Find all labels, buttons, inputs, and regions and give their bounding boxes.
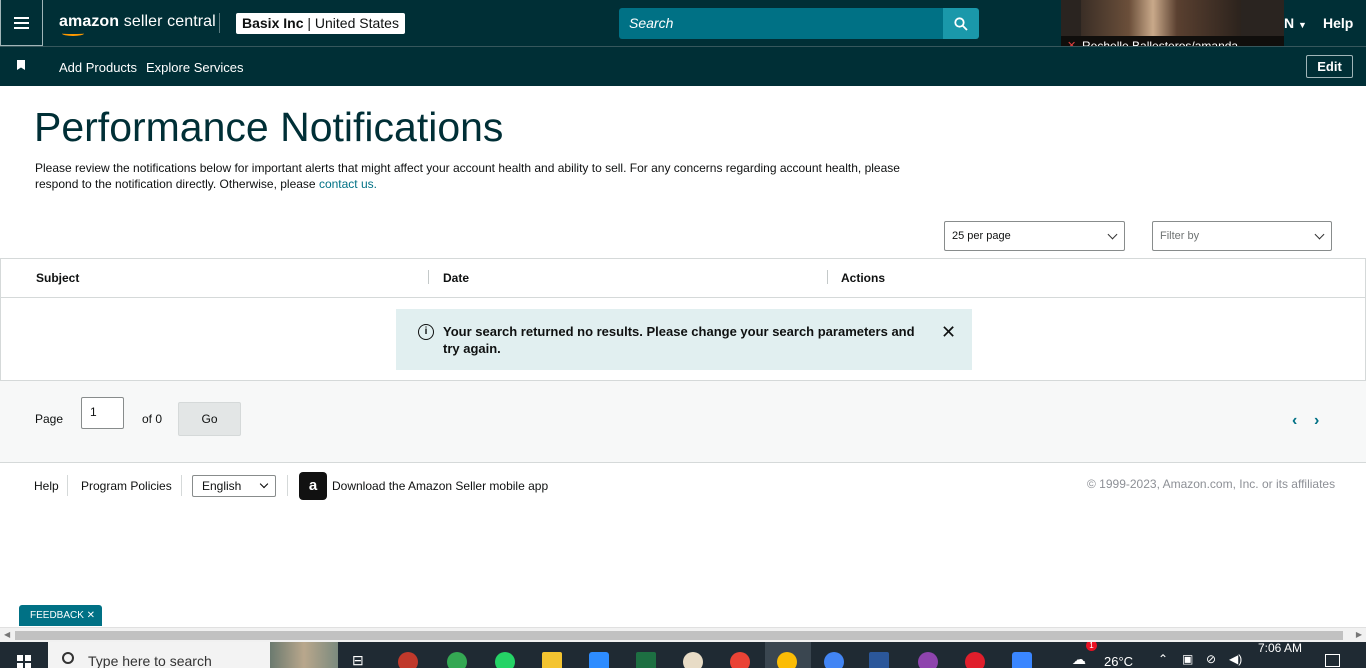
opera-icon[interactable] [965, 652, 985, 668]
copyright: © 1999-2023, Amazon.com, Inc. or its aff… [1087, 477, 1336, 491]
column-date[interactable]: Date [443, 271, 469, 285]
folder-icon[interactable] [542, 652, 562, 668]
feedback-button[interactable]: FEEDBACK ✕ [19, 605, 102, 626]
windows-start-icon[interactable] [17, 655, 31, 668]
taskbar: Type here to search ⊟ ☁ 1 26°C ⌃ ▣ ⊘ ◀) … [0, 642, 1366, 668]
account-name: Basix Inc [242, 15, 304, 31]
logo[interactable]: amazon seller central [59, 13, 216, 31]
notification-badge: 1 [1086, 642, 1097, 651]
page-total: of 0 [142, 412, 163, 426]
page-title: Performance Notifications [34, 104, 504, 150]
edit-button[interactable]: Edit [1306, 55, 1353, 78]
footer-language-select[interactable]: English [192, 475, 276, 497]
logo-smile-icon [62, 31, 84, 36]
column-divider [428, 270, 429, 284]
whatsapp-icon[interactable] [495, 652, 515, 668]
account-region: United States [314, 15, 399, 31]
zoom-icon[interactable] [589, 652, 609, 668]
scrollbar-thumb[interactable] [15, 631, 1343, 640]
close-icon[interactable]: ✕ [941, 323, 956, 341]
bookmark-icon[interactable] [17, 60, 25, 70]
account-separator: | [303, 15, 315, 31]
chevron-right-icon[interactable]: › [1314, 412, 1319, 430]
filter-placeholder: Filter by [1160, 230, 1200, 242]
description-text: Please review the notifications below fo… [35, 161, 900, 191]
contact-us-link[interactable]: contact us. [319, 177, 377, 191]
footer-language-value: English [202, 479, 242, 493]
pagination: Page 1 of 0 Go ‹ › [0, 381, 1366, 463]
task-view-icon[interactable]: ⊟ [352, 652, 364, 668]
page-label: Page [35, 412, 64, 426]
logo-sub: seller central [123, 13, 216, 30]
chevron-down-icon [1107, 229, 1118, 240]
horizontal-scrollbar[interactable]: ◀ ▶ [0, 627, 1366, 642]
column-subject[interactable]: Subject [36, 271, 79, 285]
divider [219, 13, 220, 33]
notification-center-icon[interactable] [1325, 654, 1340, 667]
divider [67, 475, 68, 496]
chevron-up-icon[interactable]: ⌃ [1158, 652, 1168, 666]
scroll-left-icon[interactable]: ◀ [4, 630, 10, 639]
video-feed [1081, 0, 1241, 36]
scroll-right-icon[interactable]: ▶ [1356, 630, 1362, 639]
search-placeholder: Search [629, 15, 674, 31]
excel-icon[interactable] [636, 652, 656, 668]
sub-navigation: Add Products Explore Services Edit [0, 46, 1366, 86]
paint-icon[interactable] [683, 652, 703, 668]
taskbar-search-text: Type here to search [88, 653, 212, 668]
search-highlight-image [270, 642, 338, 668]
table-header: Subject Date Actions [1, 259, 1365, 298]
search-icon [62, 652, 74, 664]
chevron-down-icon: ▼ [1298, 20, 1307, 30]
chrome-icon[interactable] [730, 652, 750, 668]
network-icon[interactable]: ⊘ [1206, 652, 1216, 666]
clock-time[interactable]: 7:06 AM [1258, 642, 1302, 655]
filter-select[interactable]: Filter by [1152, 221, 1332, 251]
volume-icon[interactable]: ◀) [1229, 652, 1242, 666]
logo-main: amazon [59, 13, 120, 30]
search-icon [954, 16, 968, 31]
divider [287, 475, 288, 496]
footer-policies-link[interactable]: Program Policies [81, 479, 172, 493]
info-icon: i [418, 324, 434, 340]
search-button[interactable] [943, 8, 979, 39]
footer-help-link[interactable]: Help [34, 479, 59, 493]
nav-add-products[interactable]: Add Products [59, 60, 137, 75]
chevron-down-icon [259, 479, 269, 489]
temperature[interactable]: 26°C [1104, 654, 1133, 668]
app-icon[interactable] [398, 652, 418, 668]
page-number-input[interactable]: 1 [81, 397, 124, 429]
nav-explore-services[interactable]: Explore Services [146, 60, 244, 75]
menu-button[interactable] [0, 0, 43, 46]
divider [181, 475, 182, 496]
chevron-down-icon [1314, 229, 1325, 240]
no-results-alert: i Your search returned no results. Pleas… [396, 309, 972, 370]
chrome-icon[interactable] [447, 652, 467, 668]
per-page-select[interactable]: 25 per page [944, 221, 1125, 251]
download-app-link[interactable]: Download the Amazon Seller mobile app [332, 479, 548, 493]
app-icon[interactable] [918, 652, 938, 668]
language-menu[interactable]: N ▼ [1284, 15, 1307, 31]
notifications-table: Subject Date Actions i Your search retur… [0, 258, 1366, 381]
go-button[interactable]: Go [178, 402, 241, 436]
chrome-icon[interactable] [824, 652, 844, 668]
account-switcher[interactable]: Basix Inc | United States [236, 13, 405, 34]
word-icon[interactable] [869, 652, 889, 668]
language-code: N [1284, 15, 1295, 31]
weather-icon[interactable]: ☁ [1072, 651, 1086, 668]
camera-icon[interactable]: ▣ [1182, 652, 1193, 666]
chevron-left-icon[interactable]: ‹ [1292, 412, 1297, 430]
app-icon[interactable] [1012, 652, 1032, 668]
per-page-value: 25 per page [952, 230, 1011, 242]
page-description: Please review the notifications below fo… [35, 160, 905, 192]
help-link[interactable]: Help [1323, 15, 1353, 31]
chrome-icon[interactable] [777, 652, 797, 668]
no-results-message: Your search returned no results. Please … [443, 324, 915, 356]
search-input[interactable]: Search [619, 8, 944, 39]
column-divider [827, 270, 828, 284]
column-actions: Actions [841, 271, 886, 285]
amazon-app-icon[interactable]: a [299, 472, 327, 500]
hamburger-icon [14, 16, 29, 29]
